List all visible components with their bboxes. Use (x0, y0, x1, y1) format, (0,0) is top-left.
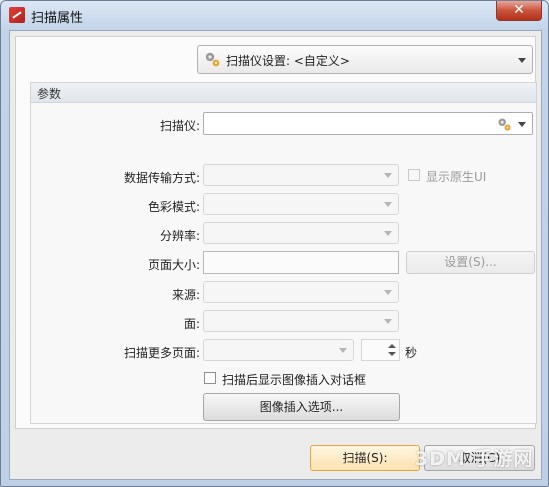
chevron-down-icon (518, 121, 526, 127)
color-mode-dropdown[interactable] (203, 193, 399, 215)
show-native-ui-checkbox[interactable] (408, 169, 420, 181)
params-group-header: 参数 (31, 83, 536, 103)
gear-icon (498, 118, 511, 131)
resolution-dropdown[interactable] (203, 222, 399, 244)
scanner-settings-dropdown[interactable]: 扫描仪设置: <自定义> (197, 45, 533, 74)
scanner-select[interactable] (203, 112, 533, 135)
chevron-down-icon (384, 290, 392, 295)
image-insert-options-button[interactable]: 图像插入选项... (203, 393, 400, 421)
scan-more-label: 扫描更多页面: (123, 346, 200, 360)
seconds-spinner[interactable] (361, 339, 400, 361)
seconds-unit-label: 秒 (405, 346, 418, 360)
transfer-mode-dropdown[interactable] (203, 164, 399, 186)
scanner-settings-label-text: 扫描仪设置: (226, 54, 291, 68)
show-insert-dialog-checkbox[interactable] (204, 372, 216, 384)
source-label: 来源: (171, 288, 200, 302)
chevron-down-icon (384, 319, 392, 324)
close-button[interactable]: ✕ (496, 1, 542, 21)
settings-pane: 扫描仪设置: <自定义> 参数 扫描仪: 数据传输方式: 显示原生UI 色彩模式… (15, 36, 537, 429)
side-dropdown[interactable] (203, 310, 399, 332)
window-title: 扫描属性 (31, 11, 84, 26)
resolution-label: 分辨率: (159, 229, 200, 243)
scan-more-dropdown[interactable] (203, 339, 354, 361)
scanner-settings-label: 扫描仪设置: <自定义> (226, 52, 350, 69)
show-native-ui-label: 显示原生UI (426, 170, 487, 184)
params-group-title: 参数 (37, 87, 62, 101)
show-insert-dialog-label: 扫描后显示图像插入对话框 (222, 373, 367, 387)
page-size-settings-button[interactable]: 设置(S)... (406, 251, 535, 274)
app-icon (9, 7, 25, 23)
scan-properties-window: 扫描属性 ✕ 扫描仪设置: <自定义> 参数 扫描仪: 数据传输方式: 显示原生… (0, 0, 549, 487)
title-bar: 扫描属性 ✕ (1, 1, 548, 29)
dialog-body: 扫描仪设置: <自定义> 参数 扫描仪: 数据传输方式: 显示原生UI 色彩模式… (9, 30, 542, 480)
chevron-down-icon (518, 57, 526, 63)
params-group: 参数 扫描仪: 数据传输方式: 显示原生UI 色彩模式: 分辨率: 页面大小: … (30, 82, 537, 424)
watermark-logo: 3DM 手游网 (415, 448, 534, 470)
color-mode-label: 色彩模式: (147, 200, 200, 214)
chevron-down-icon (384, 202, 392, 207)
page-size-label: 页面大小: (147, 258, 200, 272)
source-dropdown[interactable] (203, 281, 399, 303)
side-label: 面: (183, 317, 200, 331)
spin-up-icon[interactable] (388, 344, 396, 348)
page-size-input[interactable] (203, 251, 399, 274)
chevron-down-icon (339, 348, 347, 353)
scan-button[interactable]: 扫描(S): (310, 445, 420, 471)
transfer-mode-label: 数据传输方式: (123, 171, 200, 185)
chevron-down-icon (384, 231, 392, 236)
gear-icon (205, 52, 220, 67)
scanner-settings-value: <自定义> (293, 54, 350, 68)
scanner-label: 扫描仪: (159, 119, 200, 133)
close-icon: ✕ (513, 2, 525, 18)
spin-down-icon[interactable] (388, 352, 396, 356)
chevron-down-icon (384, 173, 392, 178)
